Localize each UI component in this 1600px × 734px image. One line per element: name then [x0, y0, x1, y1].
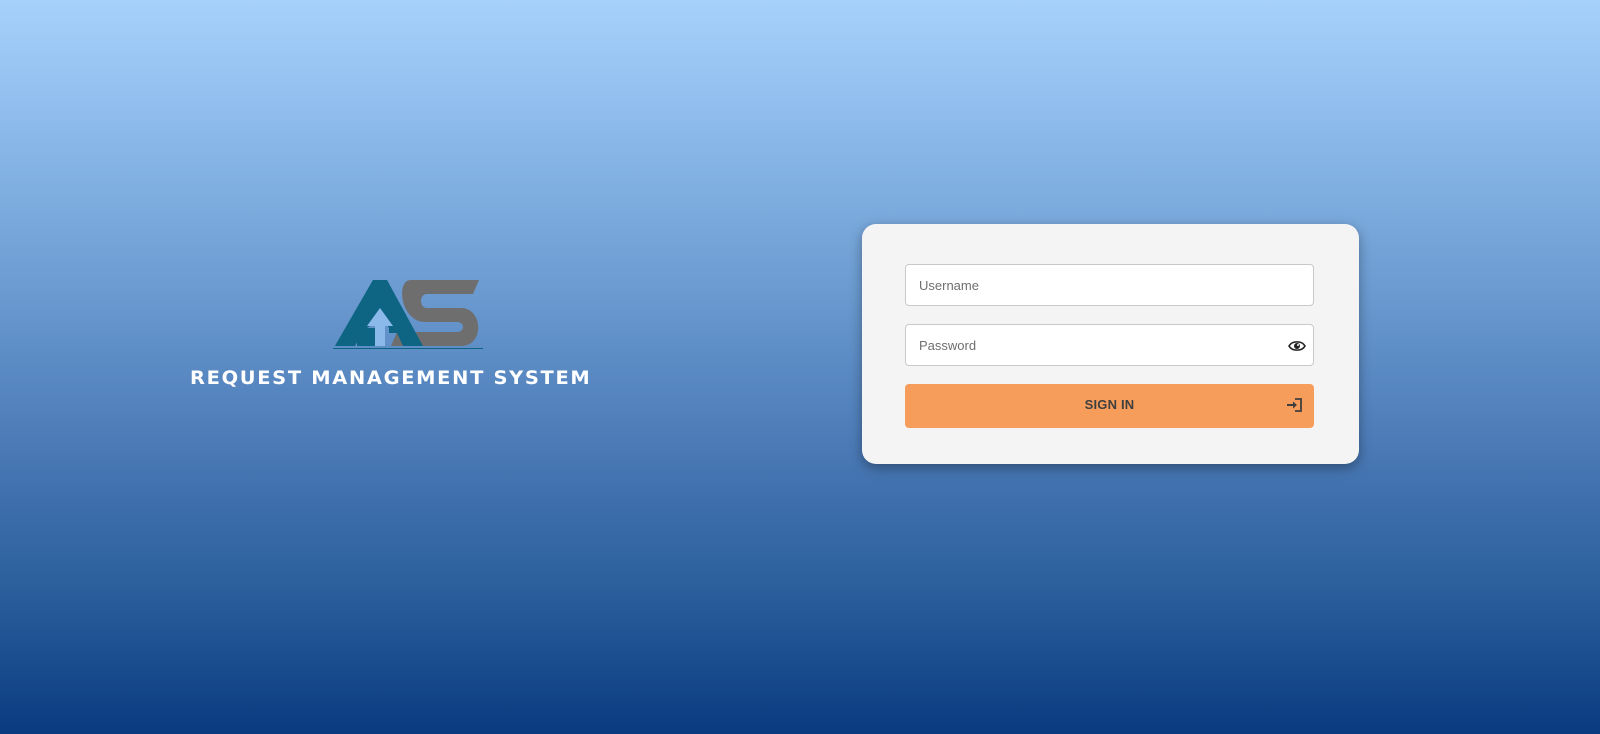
sign-in-label: SIGN IN: [1084, 397, 1135, 412]
sign-in-button[interactable]: SIGN IN: [905, 384, 1314, 428]
app-title: REQUEST MANAGEMENT SYSTEM: [190, 368, 592, 389]
show-password-toggle[interactable]: [1288, 337, 1306, 355]
company-logo: [333, 278, 485, 354]
username-field-wrapper: [905, 264, 1314, 306]
password-input[interactable]: [906, 325, 1313, 365]
amellar-logo-icon: [333, 280, 483, 349]
password-field-wrapper: [905, 324, 1314, 366]
username-input[interactable]: [906, 265, 1313, 305]
sign-in-icon: [1286, 397, 1304, 413]
eye-icon: [1288, 341, 1306, 351]
login-card: SIGN IN: [862, 224, 1359, 464]
